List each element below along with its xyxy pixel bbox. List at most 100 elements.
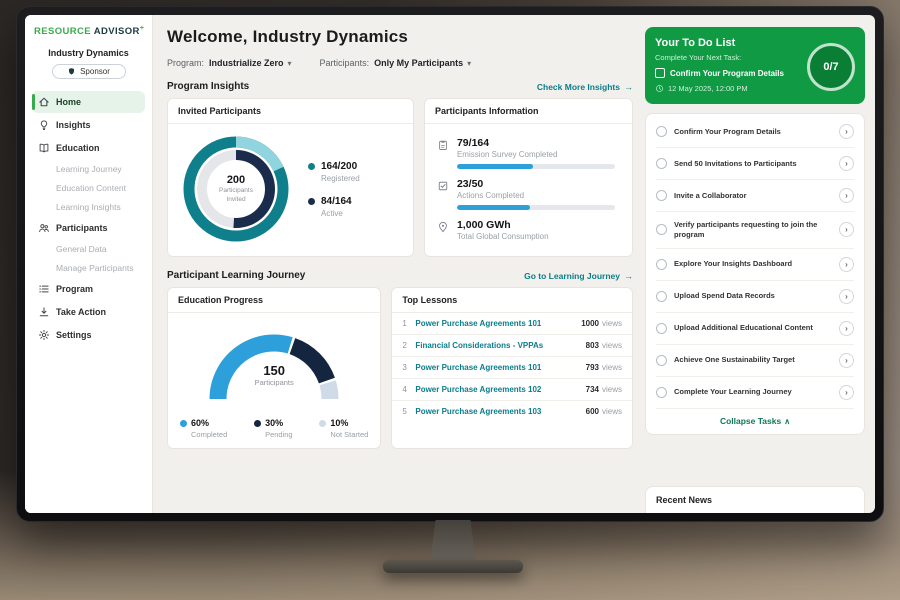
logo-resource: RESOURCE — [34, 26, 91, 37]
sidebar-item-education[interactable]: Education — [32, 137, 145, 159]
chevron-down-icon: ▾ — [467, 59, 471, 68]
chevron-right-icon[interactable]: › — [839, 321, 854, 336]
task-item-upload-additional-educational-content[interactable]: Upload Additional Educational Content› — [656, 313, 854, 345]
task-item-explore-your-insights-dashboard[interactable]: Explore Your Insights Dashboard› — [656, 249, 854, 281]
monitor-stand-base — [383, 560, 523, 573]
sidebar-item-education-content[interactable]: Education Content — [32, 179, 145, 197]
invited-donut-chart: 200 Participants Invited — [180, 133, 292, 245]
gauge-legend-item-completed: 60%Completed — [180, 418, 227, 439]
legend-dot — [308, 163, 315, 170]
task-label: Verify participants requesting to join t… — [674, 220, 832, 240]
gauge-legend-item-not-started: 10%Not Started — [319, 418, 368, 439]
lesson-rank: 4 — [402, 385, 415, 394]
education-gauge-chart: 150 Participants — [199, 319, 349, 409]
lesson-title-link[interactable]: Power Purchase Agreements 102 — [415, 385, 585, 394]
go-to-learning-journey-link[interactable]: Go to Learning Journey→ — [524, 271, 633, 281]
donut-center-label: Participants Invited — [213, 187, 259, 203]
lesson-rank: 5 — [402, 407, 415, 416]
task-item-achieve-one-sustainability-target[interactable]: Achieve One Sustainability Target› — [656, 345, 854, 377]
todo-header-card: Your To Do List Complete Your Next Task:… — [645, 27, 865, 104]
task-item-complete-your-learning-journey[interactable]: Complete Your Learning Journey› — [656, 377, 854, 409]
task-item-verify-participants-requesting-to-join-the-program[interactable]: Verify participants requesting to join t… — [656, 212, 854, 249]
arrow-right-icon: → — [624, 271, 633, 281]
participants-filter[interactable]: Participants: Only My Participants ▾ — [320, 58, 472, 68]
chevron-right-icon[interactable]: › — [839, 188, 854, 203]
chevron-right-icon[interactable]: › — [839, 289, 854, 304]
learning-cards-row: Education Progress 150 Participants 60%C… — [167, 287, 633, 449]
program-icon — [38, 283, 50, 295]
task-item-upload-spend-data-records[interactable]: Upload Spend Data Records› — [656, 281, 854, 313]
progress-bar — [457, 205, 615, 210]
lesson-title-link[interactable]: Power Purchase Agreements 103 — [415, 407, 585, 416]
todo-progress-badge: 0/7 — [807, 43, 855, 91]
sidebar-item-label: General Data — [56, 244, 107, 254]
sidebar-item-learning-insights[interactable]: Learning Insights — [32, 198, 145, 216]
sidebar-item-label: Education Content — [56, 183, 126, 193]
legend-dot — [319, 420, 326, 427]
task-checkbox[interactable] — [656, 259, 667, 270]
learning-journey-title: Participant Learning Journey — [167, 270, 305, 281]
sidebar-item-take-action[interactable]: Take Action — [32, 301, 145, 323]
chevron-right-icon[interactable]: › — [839, 124, 854, 139]
sidebar-item-general-data[interactable]: General Data — [32, 240, 145, 258]
sidebar-item-home[interactable]: Home — [32, 91, 145, 113]
sidebar-item-manage-participants[interactable]: Manage Participants — [32, 259, 145, 277]
top-lessons-card: Top Lessons 1Power Purchase Agreements 1… — [391, 287, 633, 449]
program-filter-value: Industrialize Zero — [209, 58, 284, 68]
gauge-legend: 60%Completed30%Pending10%Not Started — [168, 409, 380, 448]
program-filter[interactable]: Program: Industrialize Zero ▾ — [167, 58, 292, 68]
sidebar-item-learning-journey[interactable]: Learning Journey — [32, 160, 145, 178]
program-insights-section-head: Program Insights Check More Insights→ — [167, 81, 633, 92]
learning-section-head: Participant Learning Journey Go to Learn… — [167, 270, 633, 281]
progress-fill — [457, 164, 533, 169]
program-insights-title: Program Insights — [167, 81, 249, 92]
task-checkbox[interactable] — [656, 190, 667, 201]
chevron-right-icon[interactable]: › — [839, 353, 854, 368]
task-checkbox[interactable] — [656, 126, 667, 137]
lesson-title-link[interactable]: Financial Considerations - VPPAs — [415, 341, 585, 350]
lesson-rank: 1 — [402, 319, 415, 328]
task-item-invite-a-collaborator[interactable]: Invite a Collaborator› — [656, 180, 854, 212]
check-more-insights-link[interactable]: Check More Insights→ — [537, 82, 633, 92]
home-icon — [38, 96, 50, 108]
stat-emission-survey-completed: 79/164Emission Survey Completed — [437, 137, 620, 169]
participants-information-stats: 79/164Emission Survey Completed23/50Acti… — [425, 124, 632, 254]
next-task-due-text: 12 May 2025, 12:00 PM — [668, 84, 748, 93]
task-checkbox[interactable] — [656, 224, 667, 235]
lesson-row: 3Power Purchase Agreements 101793views — [392, 357, 632, 379]
task-item-send-50-invitations-to-participants[interactable]: Send 50 Invitations to Participants› — [656, 148, 854, 180]
lesson-views: 803views — [586, 341, 622, 350]
legend-percent: 60% — [191, 418, 209, 428]
checklist-icon — [437, 180, 449, 192]
chevron-right-icon[interactable]: › — [839, 156, 854, 171]
sidebar-item-program[interactable]: Program — [32, 278, 145, 300]
logo-advisor-text: ADVISOR — [94, 26, 140, 37]
task-checkbox[interactable] — [656, 158, 667, 169]
sidebar-item-insights[interactable]: Insights — [32, 114, 145, 136]
lesson-title-link[interactable]: Power Purchase Agreements 101 — [415, 319, 581, 328]
legend-label: Active — [321, 209, 352, 218]
chevron-right-icon[interactable]: › — [839, 257, 854, 272]
insights-icon — [38, 119, 50, 131]
sidebar-item-settings[interactable]: Settings — [32, 324, 145, 346]
task-checkbox[interactable] — [656, 387, 667, 398]
participants-information-card: Participants Information 79/164Emission … — [424, 98, 633, 257]
sidebar-item-participants[interactable]: Participants — [32, 217, 145, 239]
lesson-views: 793views — [586, 363, 622, 372]
stat-value: 1,000 GWh — [457, 219, 549, 231]
education-progress-card-title: Education Progress — [168, 288, 380, 313]
task-checkbox[interactable] — [656, 323, 667, 334]
chevron-right-icon[interactable]: › — [839, 222, 854, 237]
clock-icon — [655, 84, 664, 93]
chevron-right-icon[interactable]: › — [839, 385, 854, 400]
checkbox-icon[interactable] — [655, 68, 665, 78]
lesson-row: 5Power Purchase Agreements 103600views — [392, 401, 632, 422]
task-checkbox[interactable] — [656, 291, 667, 302]
task-checkbox[interactable] — [656, 355, 667, 366]
collapse-tasks-link[interactable]: Collapse Tasks∧ — [656, 409, 854, 434]
progress-fill — [457, 205, 530, 210]
task-label: Confirm Your Program Details — [674, 127, 832, 137]
stat-label: Total Global Consumption — [457, 232, 549, 241]
lesson-title-link[interactable]: Power Purchase Agreements 101 — [415, 363, 585, 372]
task-item-confirm-your-program-details[interactable]: Confirm Your Program Details › — [656, 116, 854, 148]
